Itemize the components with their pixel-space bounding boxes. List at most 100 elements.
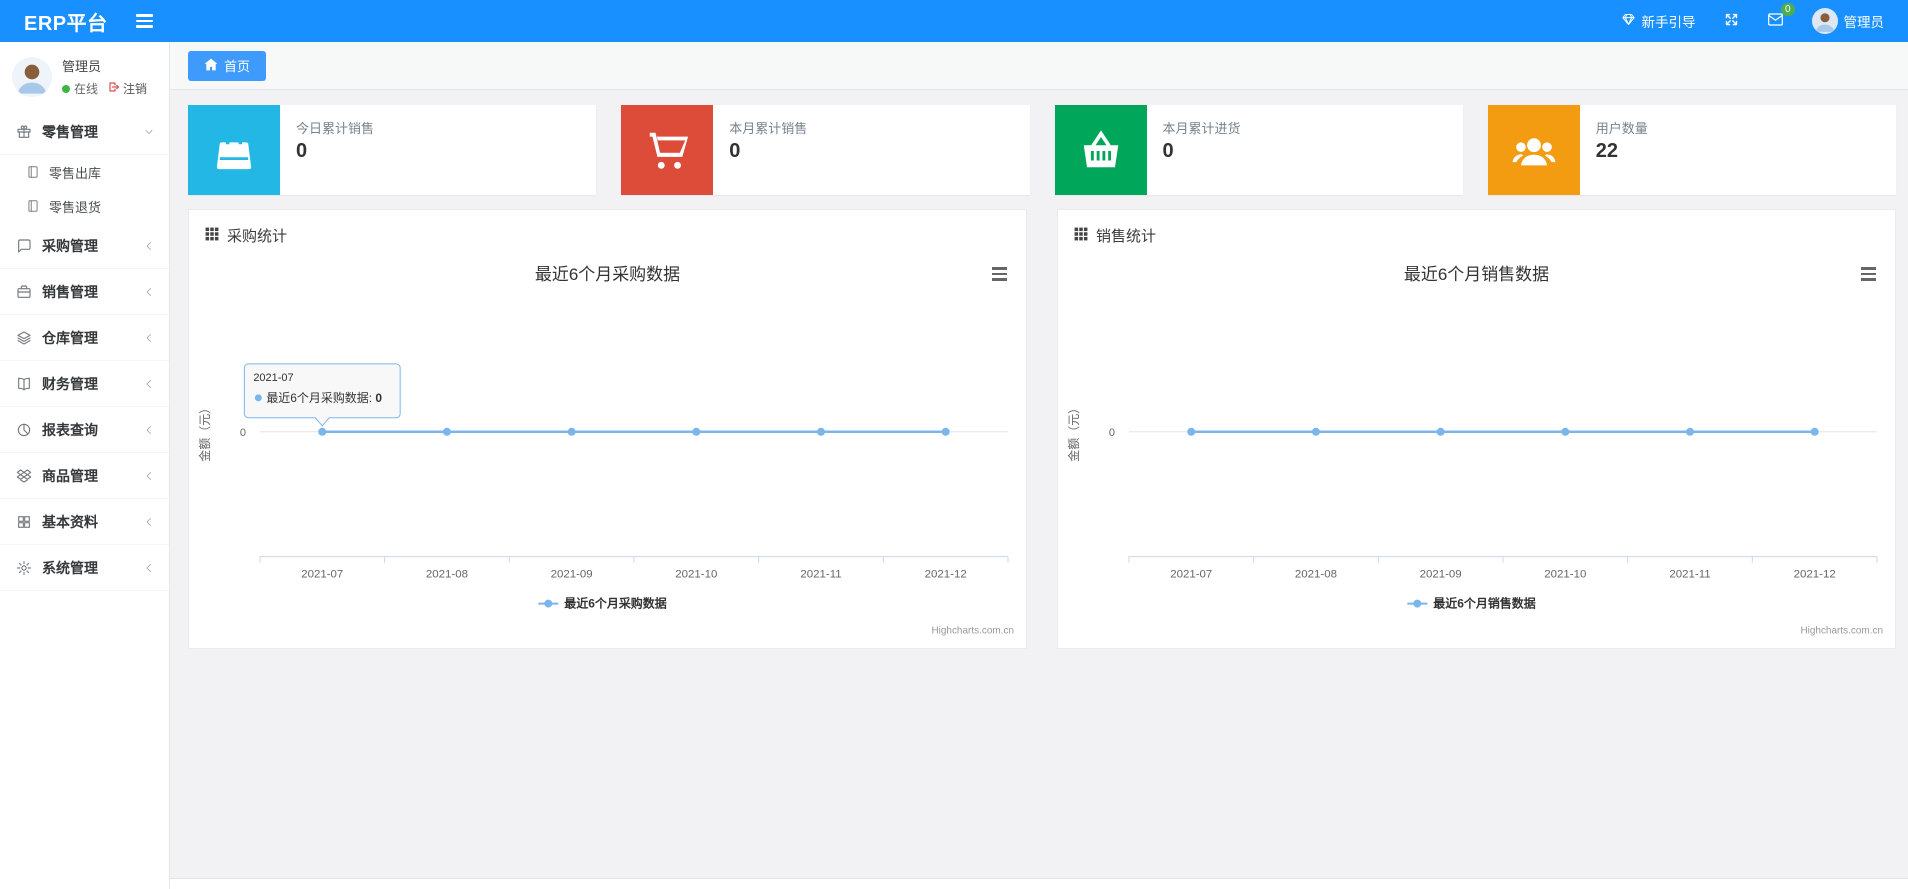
x-tick-label: 2021-10 (675, 569, 717, 581)
fullscreen-button[interactable] (1724, 12, 1739, 30)
stat-card: 本月累计进货 0 (1054, 105, 1463, 195)
chart-context-menu-button[interactable] (1858, 264, 1879, 284)
chart-tooltip: 2021-07 最近6个月采购数据: 0 (243, 363, 401, 427)
sidebar-item[interactable]: 基本资料 (0, 499, 169, 545)
chevron-left-icon (143, 240, 155, 252)
stat-card: 本月累计销售 0 (621, 105, 1030, 195)
home-icon (204, 58, 218, 74)
users-icon (1487, 105, 1580, 195)
tab-home-label: 首页 (224, 59, 251, 74)
stat-card-label: 今日累计销售 (296, 121, 375, 136)
stat-card-value: 22 (1595, 140, 1618, 162)
username-label: 管理员 (1843, 15, 1885, 30)
sidebar-item[interactable]: 财务管理 (0, 361, 169, 407)
gem-icon (1621, 12, 1636, 30)
data-point[interactable] (567, 427, 576, 436)
x-tick-label: 2021-11 (1669, 569, 1710, 581)
stat-card: 今日累计销售 0 (188, 105, 597, 195)
sidebar-subitem[interactable]: 零售出库 (0, 155, 169, 189)
chart-credits[interactable]: Highcharts.com.cn (1800, 626, 1883, 637)
data-point[interactable] (941, 427, 950, 436)
data-point[interactable] (692, 427, 701, 436)
data-point[interactable] (1187, 427, 1196, 436)
panel-title: 采购统计 (227, 228, 288, 245)
stat-card-label: 本月累计进货 (1162, 121, 1241, 136)
chart-title: 最近6个月采购数据 (535, 265, 680, 284)
stat-card-label: 本月累计销售 (729, 121, 808, 136)
dropbox-icon (16, 468, 32, 484)
svg-text:最近6个月采购数据: 0: 最近6个月采购数据: 0 (266, 390, 382, 405)
journal-icon (26, 165, 40, 179)
avatar (12, 56, 52, 97)
y-tick-label: 0 (240, 427, 246, 439)
x-tick-label: 2021-08 (1295, 569, 1337, 581)
gift-icon (16, 124, 32, 140)
sales-stats-panel: 销售统计 最近6个月销售数据 金额（元） 0 2021-07 2021-08 2021-0… (1057, 209, 1896, 649)
data-point[interactable] (1311, 427, 1320, 436)
y-tick-label: 0 (1109, 427, 1115, 439)
data-point[interactable] (1685, 427, 1694, 436)
data-point[interactable] (442, 427, 451, 436)
x-tick-label: 2021-07 (1170, 569, 1212, 581)
sidebar-item-label: 报表查询 (42, 421, 98, 438)
envelope-icon (1767, 12, 1784, 30)
logout-button[interactable]: 注销 (108, 80, 147, 97)
message-square-icon (16, 238, 32, 254)
sidebar-item-label: 商品管理 (42, 467, 98, 484)
chart-credits[interactable]: Highcharts.com.cn (931, 626, 1014, 637)
guide-button[interactable]: 新手引导 (1621, 11, 1696, 31)
online-status-label: 在线 (74, 82, 99, 96)
chart-context-menu-button[interactable] (989, 264, 1010, 284)
sidebar-item[interactable]: 报表查询 (0, 407, 169, 453)
stat-card: 用户数量 22 (1487, 105, 1896, 195)
online-status-dot (62, 84, 70, 93)
app-logo: ERP平台 (24, 12, 108, 35)
sidebar-item[interactable]: 商品管理 (0, 453, 169, 499)
data-point[interactable] (816, 427, 825, 436)
sidebar-item-label: 销售管理 (42, 283, 98, 300)
data-point[interactable] (318, 427, 327, 436)
x-tick-label: 2021-12 (1794, 569, 1836, 581)
sidebar-item[interactable]: 采购管理 (0, 223, 169, 269)
chevron-left-icon (143, 516, 155, 528)
user-menu[interactable]: 管理员 (1811, 8, 1885, 34)
sidebar-subitem-label: 零售出库 (49, 165, 102, 181)
x-tick-label: 2021-12 (925, 569, 967, 581)
svg-text:最近6个月采购数据: 最近6个月采购数据 (564, 596, 666, 611)
sidebar-item-label: 采购管理 (42, 237, 98, 254)
shopping-cart-icon (621, 105, 714, 195)
data-point[interactable] (1436, 427, 1445, 436)
sidebar-item[interactable]: 零售管理 (0, 109, 169, 155)
stat-card-value: 0 (296, 140, 308, 162)
sidebar-item[interactable]: 系统管理 (0, 545, 169, 591)
main-area: 首页 今日累计销售 0 本月累计销售 0 本月累计进货 0 用户数量 22 采购统计 最近6个… (170, 42, 1908, 889)
chart-panels-row: 采购统计 最近6个月采购数据 金额（元） 0 2021-07 2021-08 2021-0… (188, 209, 1896, 649)
logout-label: 注销 (123, 82, 148, 96)
pie-chart-icon (16, 422, 32, 438)
sidebar-subitem[interactable]: 零售退货 (0, 189, 169, 223)
data-point[interactable] (1561, 427, 1570, 436)
legend-item[interactable]: 最近6个月采购数据 (538, 596, 667, 611)
svg-text:2021-07: 2021-07 (253, 372, 293, 384)
sidebar-item-label: 基本资料 (42, 513, 98, 530)
data-point[interactable] (1810, 427, 1819, 436)
messages-button[interactable]: 0 (1767, 3, 1795, 30)
journal-icon (26, 199, 40, 213)
th-grid-icon (1074, 227, 1088, 245)
sidebar: 管理员 在线 注销 零售管理 零售出库 零售退货 采购管理 销售管理 仓库管理 财务管理 报表… (0, 42, 170, 889)
sidebar-subitem-label: 零售退货 (49, 199, 102, 215)
sales-chart: 最近6个月销售数据 金额（元） 0 2021-07 2021-08 2021-09 2021… (1058, 252, 1895, 644)
sidebar-item-label: 零售管理 (42, 123, 98, 140)
sidebar-toggle-button[interactable] (135, 14, 153, 28)
sidebar-menu: 零售管理零售出库零售退货采购管理销售管理仓库管理 财务管理报表查询商品管理基本资料… (0, 109, 169, 591)
tab-home[interactable]: 首页 (188, 50, 267, 81)
stat-card-value: 0 (729, 140, 741, 162)
y-axis-title: 金额（元） (1066, 402, 1081, 462)
sidebar-item[interactable]: 销售管理 (0, 269, 169, 315)
legend-item[interactable]: 最近6个月销售数据 (1407, 596, 1536, 611)
layers-icon (16, 330, 32, 346)
stat-card-label: 用户数量 (1595, 121, 1648, 136)
sidebar-item[interactable]: 仓库管理 (0, 315, 169, 361)
tab-bar: 首页 (170, 42, 1908, 90)
footer (170, 878, 1908, 889)
